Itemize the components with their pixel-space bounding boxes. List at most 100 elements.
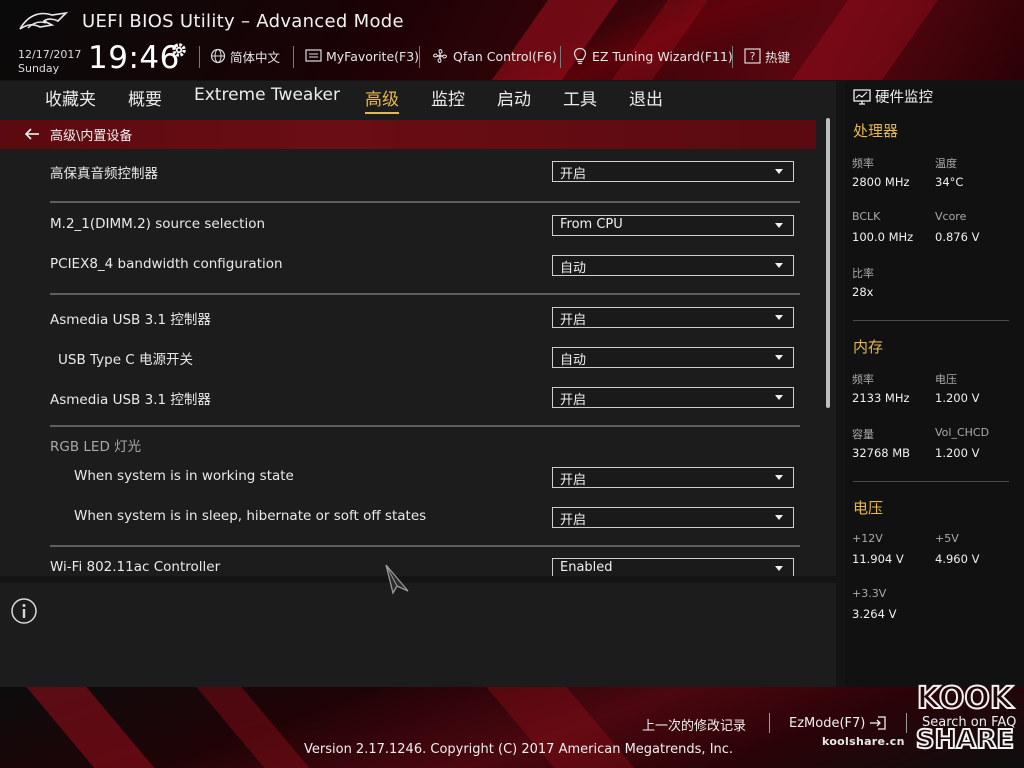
weekday-text: Sunday [18, 62, 60, 75]
divider [853, 481, 1009, 482]
watermark-url: koolshare.cn [822, 735, 905, 748]
app-title: UEFI BIOS Utility – Advanced Mode [82, 11, 404, 32]
fan-icon [433, 49, 447, 63]
memory-section-title: 内存 [853, 338, 884, 356]
mem-freq-label: 频率 [852, 373, 874, 386]
dropdown-value: 自动 [560, 261, 587, 276]
globe-icon [210, 48, 226, 64]
info-icon [11, 598, 37, 624]
setting-label-usb-typec-power: USB Type C 电源开关 [58, 352, 194, 368]
help-icon: ? [744, 48, 761, 64]
chevron-down-icon [775, 223, 783, 228]
footer-decoration [188, 687, 317, 768]
hardware-monitor-label: 硬件监控 [875, 90, 933, 106]
setting-dropdown-wifi[interactable]: Enabled [552, 558, 794, 576]
menu-overview[interactable]: 概要 [128, 85, 162, 112]
cpu-temp-label: 温度 [935, 157, 957, 170]
setting-dropdown-asmedia-usb-2[interactable]: 开启 [552, 387, 794, 408]
header-decoration [784, 0, 946, 80]
hardware-monitor-panel: 硬件监控 处理器 频率 温度 2800 MHz 34°C BCLK Vcore … [845, 81, 1024, 687]
menu-advanced[interactable]: 高级 [365, 85, 399, 114]
chevron-down-icon [775, 395, 783, 400]
last-changes-button[interactable]: 上一次的修改记录 [642, 715, 746, 734]
footer-decoration [18, 687, 162, 768]
setting-label-rgb-working: When system is in working state [74, 468, 294, 484]
setting-dropdown-rgb-working[interactable]: 开启 [552, 467, 794, 488]
back-arrow-icon[interactable] [24, 128, 40, 140]
ezmode-label: EzMode(F7) [789, 715, 866, 731]
chevron-down-icon [775, 169, 783, 174]
header-bar: UEFI BIOS Utility – Advanced Mode 12/17/… [0, 0, 1024, 80]
dropdown-value: 开启 [560, 513, 587, 528]
chevron-down-icon [775, 263, 783, 268]
menu-exit[interactable]: 退出 [629, 85, 663, 112]
cpu-ratio-label: 比率 [852, 267, 874, 280]
mem-vol-chcd-label: Vol_CHCD [935, 426, 990, 439]
cpu-ratio-value: 28x [852, 285, 874, 299]
mem-vol-chcd-value: 1.200 V [935, 446, 980, 460]
setting-label-rgb-sleep: When system is in sleep, hibernate or so… [74, 508, 427, 524]
menu-monitor[interactable]: 监控 [431, 85, 465, 112]
divider [50, 293, 800, 295]
menu-extreme-tweaker[interactable]: Extreme Tweaker [194, 85, 340, 107]
setting-dropdown-m2-source[interactable]: From CPU [552, 215, 794, 236]
mem-capacity-value: 32768 MB [852, 446, 911, 460]
cpu-freq-label: 频率 [852, 157, 874, 170]
cpu-bclk-label: BCLK [852, 210, 881, 223]
setting-dropdown-hd-audio[interactable]: 开启 [552, 161, 794, 182]
cpu-vcore-label: Vcore [935, 210, 967, 223]
dropdown-value: 开启 [560, 393, 587, 408]
watermark-top: KOOK [917, 681, 1015, 716]
ezmode-button[interactable]: EzMode(F7) [789, 715, 888, 731]
cpu-vcore-value: 0.876 V [935, 230, 980, 244]
setting-label-m2-source: M.2_1(DIMM.2) source selection [50, 216, 266, 232]
v33-value: 3.264 V [852, 607, 897, 621]
language-button[interactable]: 简体中文 [210, 47, 280, 65]
setting-dropdown-asmedia-usb-1[interactable]: 开启 [552, 307, 794, 328]
gear-icon[interactable] [170, 41, 188, 59]
voltage-section-title: 电压 [853, 499, 884, 517]
settings-panel: 高级\内置设备 高保真音频控制器 开启 M.2_1(DIMM.2) source… [0, 114, 836, 576]
divider [50, 201, 800, 203]
toolbar-separator [293, 46, 294, 68]
header-decoration [484, 0, 626, 80]
qfan-label: Qfan Control(F6) [453, 48, 557, 64]
rog-logo-icon [19, 11, 69, 30]
myfavorite-button[interactable]: MyFavorite(F3) [305, 47, 419, 65]
panel-gap [0, 576, 836, 583]
dropdown-value: 开启 [560, 313, 587, 328]
header-decoration [604, 0, 716, 80]
menu-favorites[interactable]: 收藏夹 [45, 85, 96, 112]
setting-dropdown-usb-typec-power[interactable]: 自动 [552, 347, 794, 368]
dropdown-value: 自动 [560, 353, 587, 368]
qfan-button[interactable]: Qfan Control(F6) [431, 47, 557, 65]
chevron-down-icon [775, 355, 783, 360]
lightbulb-icon [573, 47, 587, 65]
mem-capacity-label: 容量 [852, 428, 874, 441]
hotkeys-button[interactable]: ? 热键 [744, 47, 790, 65]
help-info-panel [0, 583, 836, 687]
setting-label-pciex8-bandwidth: PCIEX8_4 bandwidth configuration [50, 256, 283, 272]
date-display: 12/17/2017 Sunday [18, 48, 81, 76]
menu-tools[interactable]: 工具 [563, 85, 597, 112]
setting-label-asmedia-usb-2: Asmedia USB 3.1 控制器 [50, 392, 211, 408]
cpu-freq-value: 2800 MHz [852, 175, 910, 189]
dropdown-value: 开启 [560, 473, 587, 488]
scrollbar[interactable] [826, 118, 830, 408]
section-title-rgb-led: RGB LED 灯光 [50, 439, 142, 455]
footer-separator [906, 713, 907, 733]
setting-dropdown-pciex8-bandwidth[interactable]: 自动 [552, 255, 794, 276]
toolbar-separator [199, 46, 200, 68]
v12-label: +12V [852, 532, 883, 545]
menu-boot[interactable]: 启动 [497, 85, 531, 112]
ez-tuning-button[interactable]: EZ Tuning Wizard(F11) [572, 47, 733, 65]
dropdown-value: 开启 [560, 167, 587, 182]
favorite-icon [305, 49, 322, 62]
chevron-down-icon [775, 475, 783, 480]
ez-tuning-label: EZ Tuning Wizard(F11) [592, 48, 733, 64]
cpu-temp-value: 34°C [935, 175, 964, 189]
setting-dropdown-rgb-sleep[interactable]: 开启 [552, 507, 794, 528]
setting-label-hd-audio: 高保真音频控制器 [50, 166, 158, 182]
divider [50, 545, 800, 547]
mouse-cursor-icon [385, 564, 409, 595]
